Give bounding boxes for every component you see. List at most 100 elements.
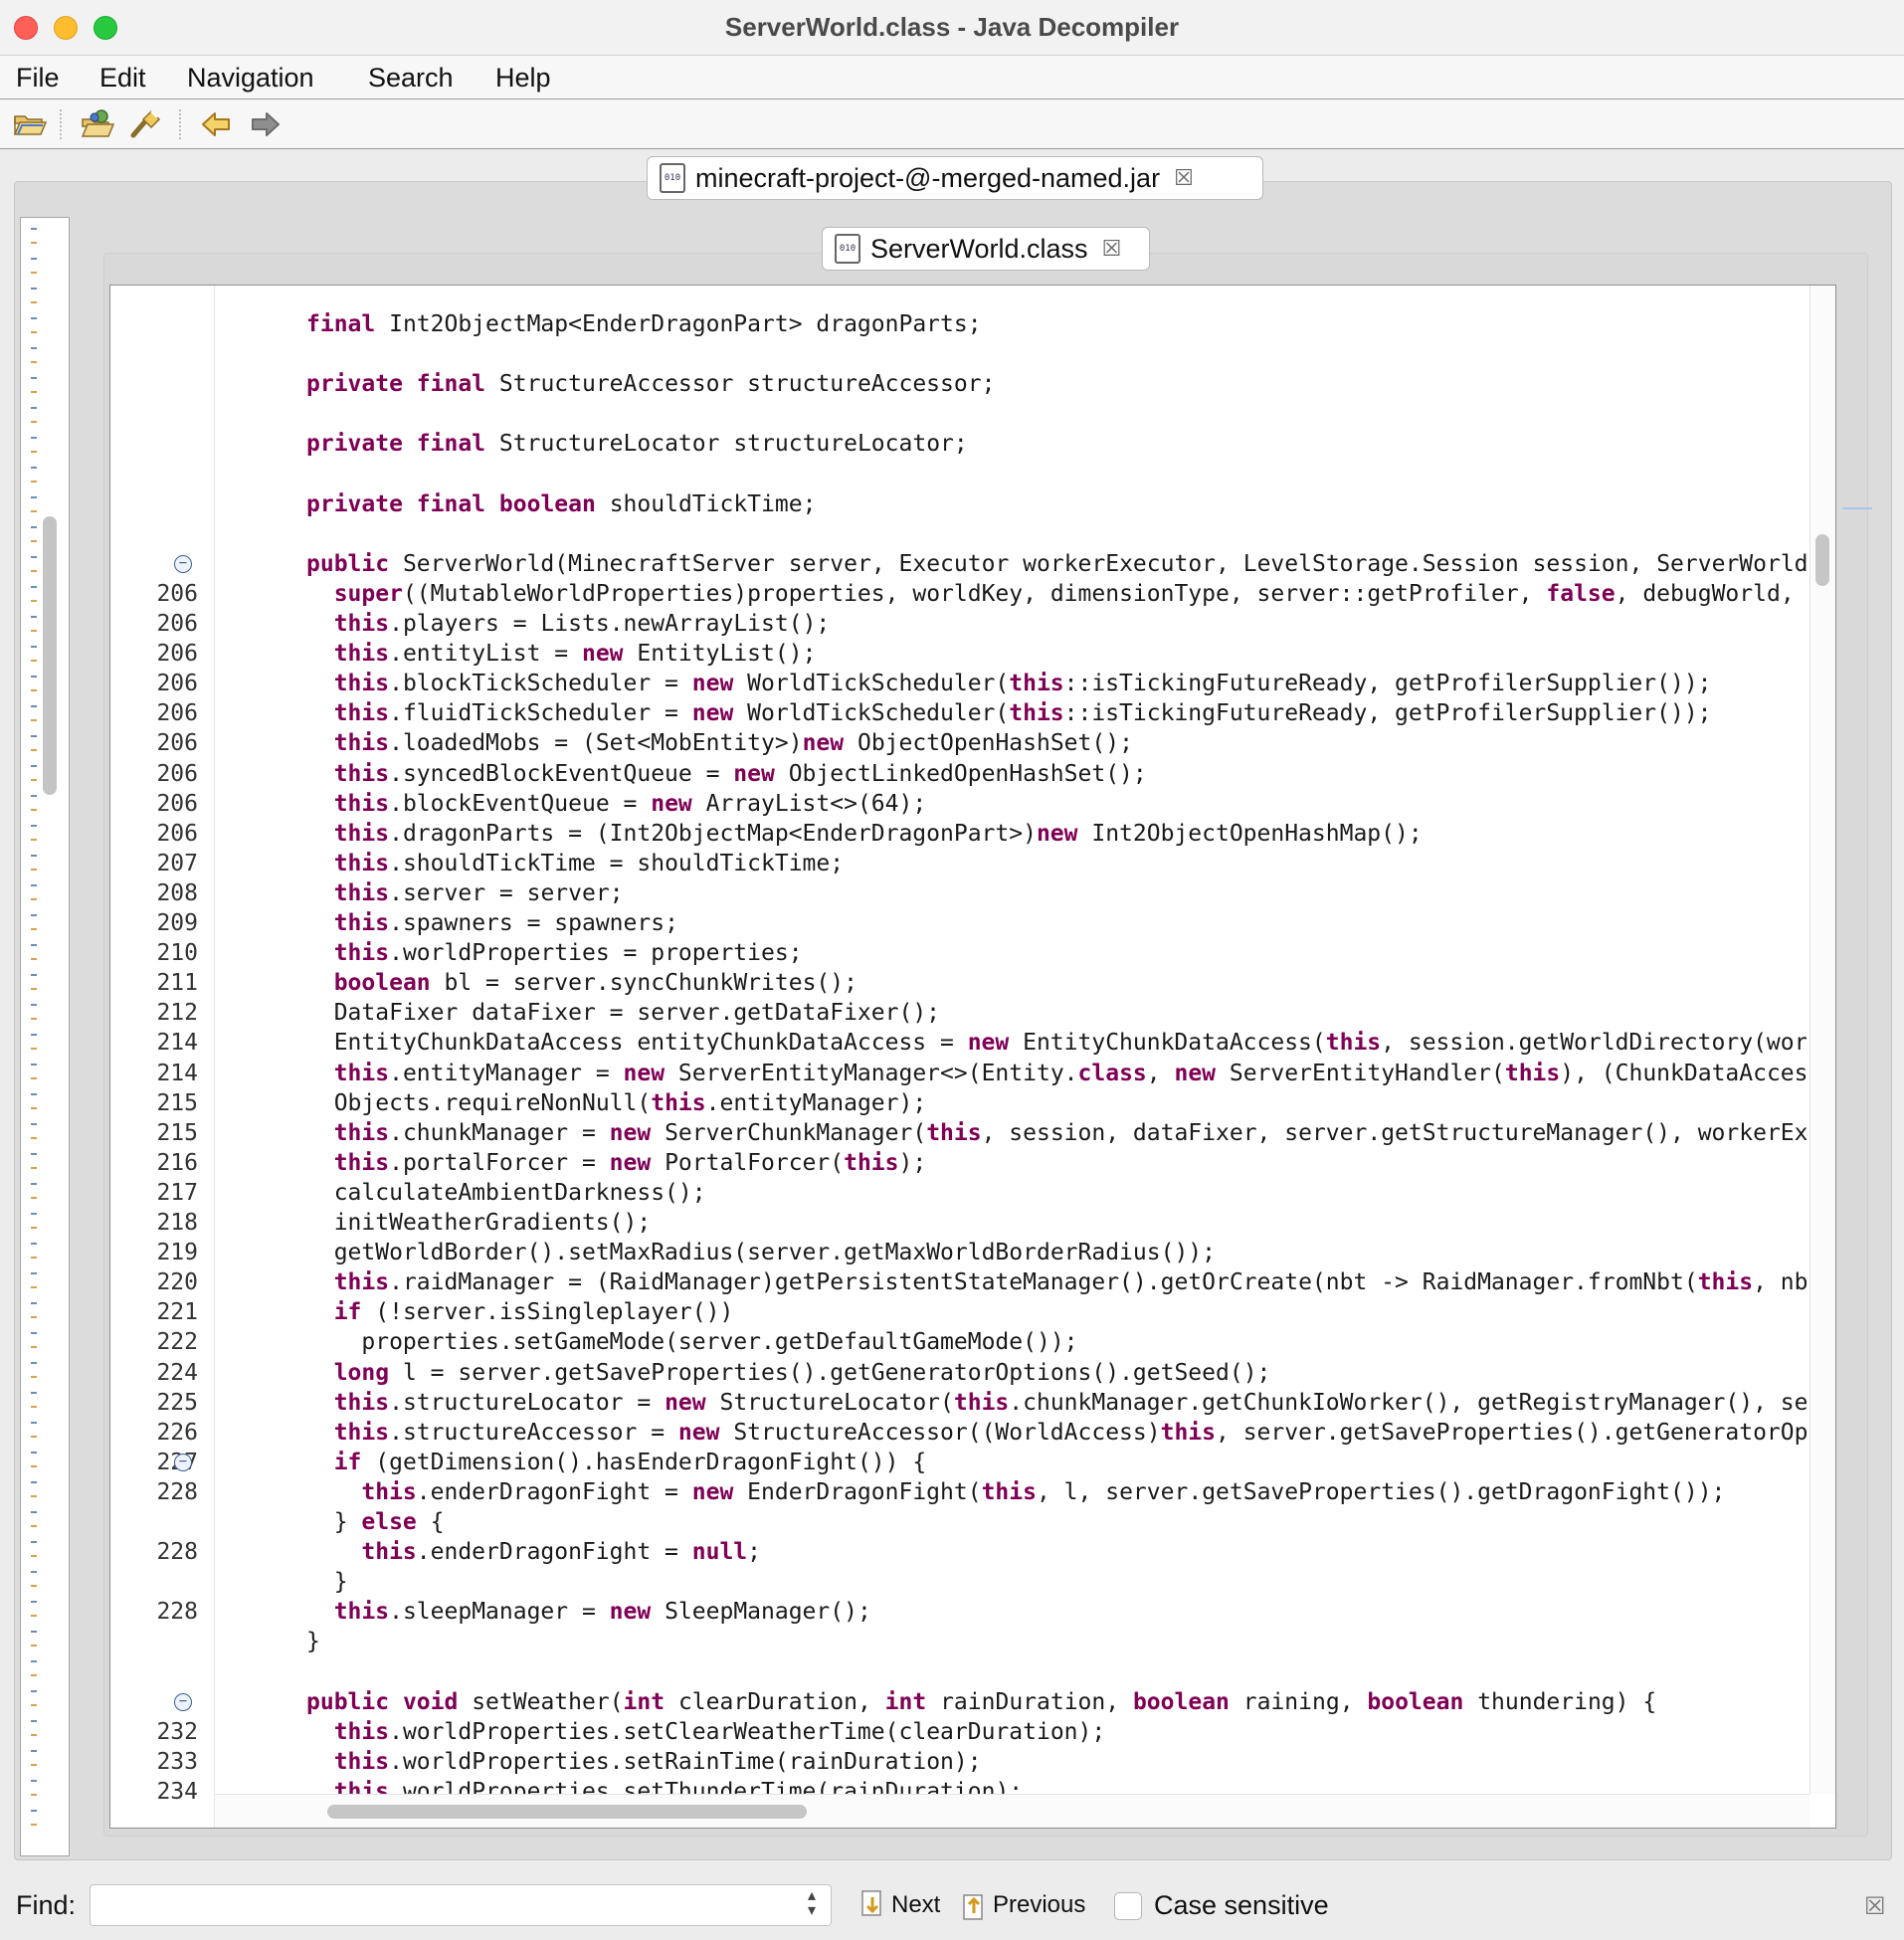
window-title: ServerWorld.class - Java Decompiler bbox=[724, 12, 1180, 42]
line-number: 215 bbox=[156, 1089, 198, 1116]
open-type-icon[interactable] bbox=[80, 107, 115, 141]
code-line: this.raidManager = (RaidManager)getPersi… bbox=[333, 1269, 1807, 1296]
case-sensitive-checkbox[interactable] bbox=[1114, 1892, 1142, 1920]
code-line: this.dragonParts = (Int2ObjectMap<EnderD… bbox=[333, 820, 1423, 847]
line-number: 214 bbox=[156, 1030, 198, 1057]
line-number: 206 bbox=[156, 671, 198, 697]
code-line: this.portalForcer = new PortalForcer(thi… bbox=[333, 1149, 927, 1176]
line-number: 219 bbox=[156, 1240, 198, 1266]
code-line: if (getDimension().hasEnderDragonFight()… bbox=[333, 1449, 927, 1475]
vertical-scrollbar[interactable] bbox=[1809, 286, 1835, 1794]
line-number bbox=[110, 429, 198, 459]
forward-arrow-icon[interactable] bbox=[247, 107, 283, 141]
code-line: this.structureAccessor = new StructureAc… bbox=[333, 1419, 1807, 1446]
line-number bbox=[110, 369, 198, 399]
find-history-stepper[interactable]: ▴ ▾ bbox=[796, 1888, 828, 1922]
tree-scrollbar-thumb[interactable] bbox=[43, 516, 57, 795]
code-line: getWorldBorder().setMaxRadius(server.get… bbox=[333, 1240, 1216, 1266]
line-number: 206 bbox=[156, 580, 198, 607]
tab-class-file[interactable]: 010 ServerWorld.class ☒ bbox=[822, 227, 1150, 271]
line-number: 207 bbox=[156, 850, 198, 876]
line-number: 206 bbox=[156, 700, 198, 727]
line-number: 206 bbox=[156, 820, 198, 847]
line-number: 232 bbox=[156, 1718, 198, 1745]
toolbar-separator bbox=[60, 109, 62, 139]
code-line: this.entityList = new EntityList(); bbox=[333, 641, 817, 668]
find-next-label: Next bbox=[891, 1891, 941, 1918]
code-line: this.sleepManager = new SleepManager(); bbox=[333, 1599, 871, 1626]
find-input[interactable] bbox=[90, 1884, 832, 1926]
line-number: 228 bbox=[156, 1539, 198, 1566]
menu-navigation[interactable]: Navigation bbox=[187, 63, 314, 94]
code-line: this.worldProperties.setClearWeatherTime… bbox=[333, 1718, 1106, 1745]
code-line: public void setWeather(int clearDuration… bbox=[306, 1688, 1657, 1715]
line-number bbox=[110, 1657, 198, 1687]
code-text-area[interactable]: final Int2ObjectMap<EnderDragonPart> dra… bbox=[215, 286, 1807, 1794]
menu-search[interactable]: Search bbox=[368, 63, 454, 94]
line-number bbox=[110, 489, 198, 519]
line-number bbox=[110, 519, 198, 549]
close-icon[interactable]: ☒ bbox=[1102, 236, 1122, 262]
close-icon[interactable]: ☒ bbox=[1864, 1892, 1886, 1921]
code-editor[interactable]: − 206 206 206 206 206 206 206 206 206 207 208 209 210… bbox=[109, 285, 1836, 1829]
line-number: 225 bbox=[156, 1389, 198, 1416]
line-number: 211 bbox=[156, 970, 198, 997]
code-line: this.syncedBlockEventQueue = new ObjectL… bbox=[333, 760, 1147, 787]
code-line: this.enderDragonFight = new EnderDragonF… bbox=[361, 1478, 1726, 1505]
code-line: this.chunkManager = new ServerChunkManag… bbox=[333, 1119, 1807, 1146]
code-line: this.spawners = spawners; bbox=[333, 910, 678, 936]
search-flashlight-icon[interactable] bbox=[127, 107, 163, 141]
line-number: 215 bbox=[156, 1119, 198, 1146]
class-file-icon: 010 bbox=[835, 234, 860, 264]
line-number: 214 bbox=[156, 1060, 198, 1086]
code-line: boolean bl = server.syncChunkWrites(); bbox=[333, 970, 857, 997]
tab-archive[interactable]: 010 minecraft-project-@-merged-named.jar… bbox=[647, 156, 1263, 200]
code-line: this.blockTickScheduler = new WorldTickS… bbox=[333, 671, 1712, 697]
title-bar: ServerWorld.class - Java Decompiler bbox=[0, 0, 1904, 56]
line-number bbox=[110, 1567, 198, 1597]
code-line: this.fluidTickScheduler = new WorldTickS… bbox=[333, 700, 1712, 727]
find-next-icon bbox=[859, 1889, 885, 1921]
line-number bbox=[110, 399, 198, 429]
line-number: 206 bbox=[156, 790, 198, 817]
vertical-scrollbar-thumb[interactable] bbox=[1815, 534, 1829, 586]
horizontal-scrollbar-thumb[interactable] bbox=[327, 1805, 807, 1819]
line-number bbox=[110, 339, 198, 369]
code-line: this.blockEventQueue = new ArrayList<>(6… bbox=[333, 790, 927, 817]
line-number-gutter: − 206 206 206 206 206 206 206 206 206 207 208 209 210… bbox=[110, 286, 214, 1828]
collapse-fold-icon[interactable]: − bbox=[174, 1453, 192, 1471]
close-icon[interactable]: ☒ bbox=[1174, 165, 1194, 191]
line-number: 228 bbox=[156, 1599, 198, 1626]
tree-markers bbox=[31, 228, 37, 1840]
menu-file[interactable]: File bbox=[16, 63, 60, 94]
tree-panel-strip bbox=[20, 217, 70, 1856]
case-sensitive-label: Case sensitive bbox=[1154, 1890, 1329, 1920]
menu-help[interactable]: Help bbox=[495, 63, 551, 94]
open-folder-icon[interactable] bbox=[12, 107, 48, 141]
line-number: 206 bbox=[156, 730, 198, 757]
line-number bbox=[110, 1507, 198, 1537]
find-previous-icon bbox=[961, 1889, 987, 1921]
code-line: final Int2ObjectMap<EnderDragonPart> dra… bbox=[306, 311, 982, 337]
find-next-button[interactable]: Next bbox=[859, 1886, 940, 1924]
back-arrow-icon[interactable] bbox=[199, 107, 235, 141]
code-line: this.shouldTickTime = shouldTickTime; bbox=[333, 850, 845, 876]
find-previous-button[interactable]: Previous bbox=[961, 1886, 1085, 1924]
code-line: } else { bbox=[306, 1509, 445, 1535]
menu-edit[interactable]: Edit bbox=[99, 63, 146, 94]
jar-file-icon: 010 bbox=[660, 163, 685, 193]
code-line: super((MutableWorldProperties)properties… bbox=[333, 580, 1807, 607]
collapse-fold-icon[interactable]: − bbox=[174, 554, 192, 573]
code-line: public ServerWorld(MinecraftServer serve… bbox=[306, 550, 1807, 577]
line-number: 228 bbox=[156, 1478, 198, 1505]
find-bar: Find: ▴ ▾ Next Previous Case sensitive ☒ bbox=[0, 1868, 1904, 1940]
toolbar bbox=[0, 99, 1904, 149]
line-number: 220 bbox=[156, 1269, 198, 1296]
code-line: calculateAmbientDarkness(); bbox=[333, 1179, 706, 1206]
collapse-fold-icon[interactable]: − bbox=[174, 1692, 192, 1711]
line-number: 224 bbox=[156, 1359, 198, 1386]
code-line: this.structureLocator = new StructureLoc… bbox=[333, 1389, 1807, 1416]
line-number: 226 bbox=[156, 1419, 198, 1446]
